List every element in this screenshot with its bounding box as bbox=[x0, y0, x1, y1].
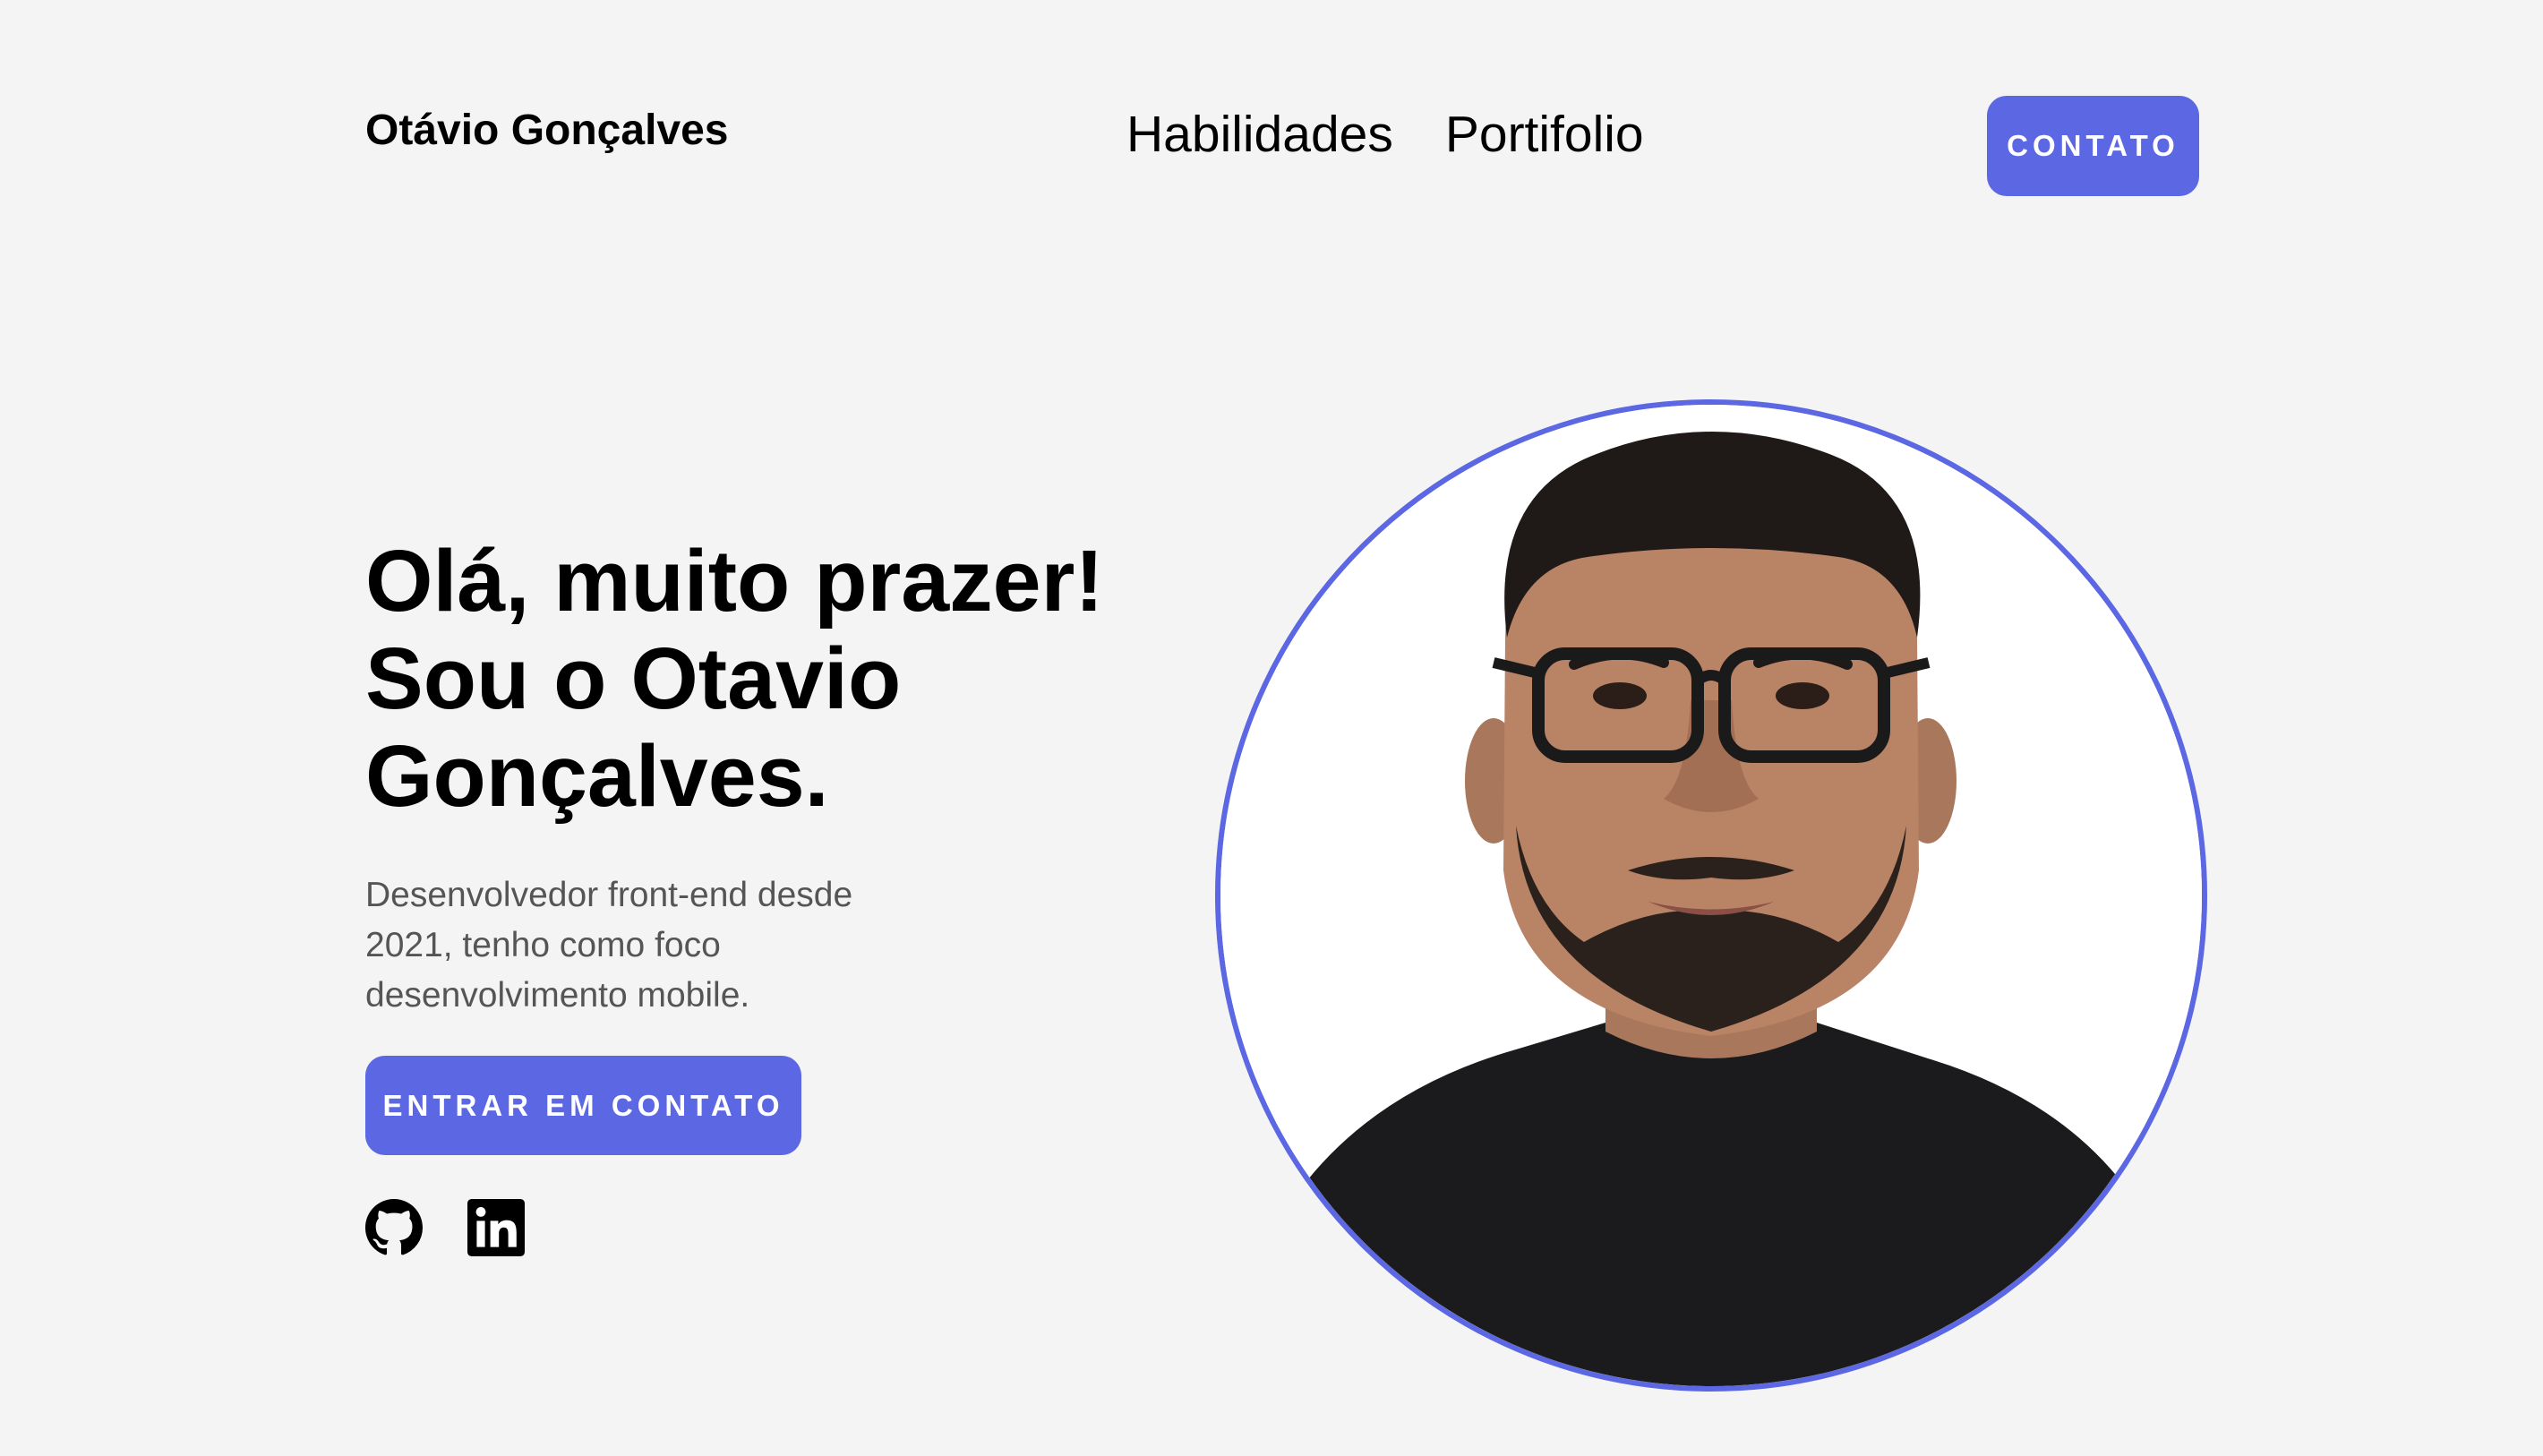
social-links bbox=[365, 1199, 525, 1256]
nav-link-portifolio[interactable]: Portifolio bbox=[1445, 109, 1644, 160]
hero-title-line: Gonçalves. bbox=[365, 727, 829, 825]
site-header: Otávio Gonçalves Habilidades Portifolio … bbox=[0, 0, 2543, 269]
hero-title-line: Olá, muito prazer! bbox=[365, 532, 1104, 630]
github-icon[interactable] bbox=[365, 1199, 423, 1256]
contact-button[interactable]: CONTATO bbox=[1987, 96, 2199, 196]
hero-title-line: Sou o Otavio bbox=[365, 630, 902, 727]
hero-title: Olá, muito prazer! Sou o Otavio Gonçalve… bbox=[365, 532, 1135, 825]
hero-description: Desenvolvedor front-end desde 2021, tenh… bbox=[365, 876, 853, 1015]
get-in-touch-button[interactable]: ENTRAR EM CONTATO bbox=[365, 1056, 801, 1155]
profile-photo bbox=[1215, 399, 2207, 1392]
nav-link-habilidades[interactable]: Habilidades bbox=[1126, 109, 1393, 160]
linkedin-icon[interactable] bbox=[467, 1199, 525, 1256]
site-logo[interactable]: Otávio Gonçalves bbox=[365, 109, 729, 152]
profile-photo-illustration bbox=[1220, 405, 2202, 1386]
main-nav: Habilidades Portifolio bbox=[1126, 109, 1644, 160]
